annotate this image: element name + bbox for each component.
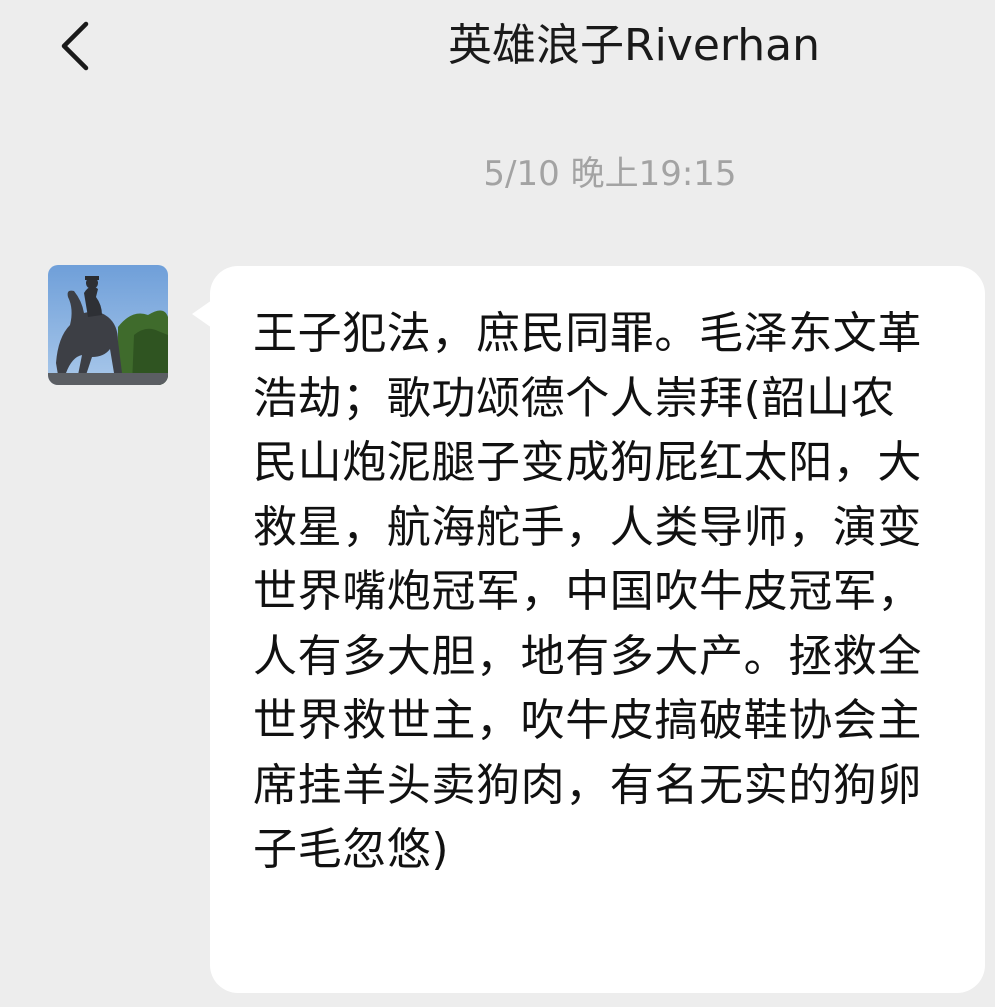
avatar[interactable] [48, 265, 168, 385]
chevron-left-icon [61, 21, 89, 71]
back-button[interactable] [48, 14, 108, 78]
chat-header: 英雄浪子Riverhan [0, 0, 995, 100]
message-timestamp: 5/10 晚上19:15 [483, 154, 737, 194]
equestrian-statue-avatar [48, 265, 168, 385]
bubble-tail [192, 300, 212, 328]
chat-title: 英雄浪子Riverhan [448, 20, 820, 71]
message-text: 王子犯法，庶民同罪。毛泽东文革浩劫；歌功颂德个人崇拜(韶山农民山炮泥腿子变成狗屁… [253, 308, 922, 875]
